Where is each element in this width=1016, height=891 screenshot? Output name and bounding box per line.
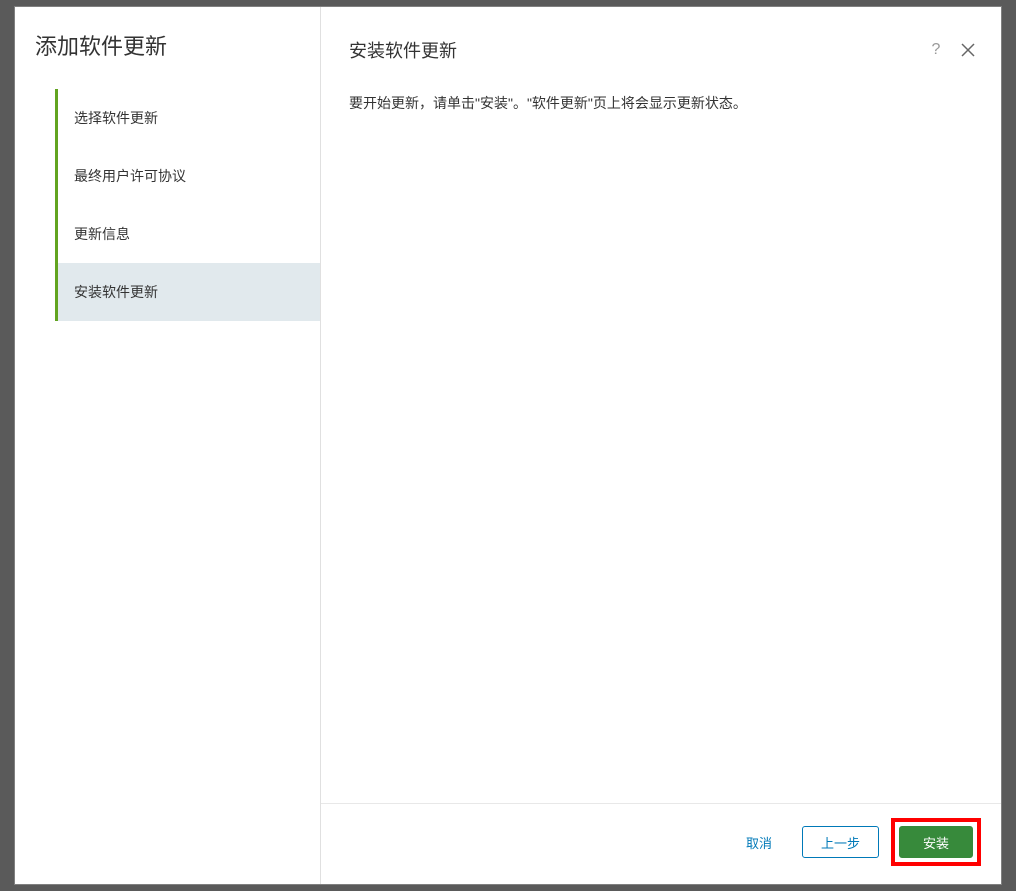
close-icon[interactable] [959, 41, 977, 59]
description-text: 要开始更新，请单击"安装"。"软件更新"页上将会显示更新状态。 [349, 93, 973, 114]
dialog-container: 添加软件更新 选择软件更新 最终用户许可协议 更新信息 安装软件更新 安装软件更… [14, 6, 1002, 885]
step-select-update[interactable]: 选择软件更新 [58, 89, 320, 147]
step-eula[interactable]: 最终用户许可协议 [58, 147, 320, 205]
install-highlight: 安装 [891, 818, 981, 866]
main-title: 安装软件更新 [349, 37, 457, 63]
back-button[interactable]: 上一步 [802, 826, 879, 858]
main-header: 安装软件更新 ? [321, 7, 1001, 63]
main-content: 要开始更新，请单击"安装"。"软件更新"页上将会显示更新状态。 [321, 63, 1001, 884]
sidebar-title: 添加软件更新 [35, 29, 320, 61]
step-list: 选择软件更新 最终用户许可协议 更新信息 安装软件更新 [55, 89, 320, 321]
dialog-body: 添加软件更新 选择软件更新 最终用户许可协议 更新信息 安装软件更新 安装软件更… [15, 7, 1001, 884]
footer: 取消 上一步 安装 [321, 803, 1001, 884]
step-install-update[interactable]: 安装软件更新 [58, 263, 320, 321]
install-button[interactable]: 安装 [899, 826, 973, 858]
help-icon[interactable]: ? [927, 41, 945, 59]
step-update-info[interactable]: 更新信息 [58, 205, 320, 263]
main-panel: 安装软件更新 ? 要开始更新，请单击"安装"。"软件更新"页上将会显示更新状态。… [321, 7, 1001, 884]
cancel-button[interactable]: 取消 [728, 826, 790, 858]
header-icons: ? [927, 41, 977, 59]
sidebar: 添加软件更新 选择软件更新 最终用户许可协议 更新信息 安装软件更新 [15, 7, 321, 884]
